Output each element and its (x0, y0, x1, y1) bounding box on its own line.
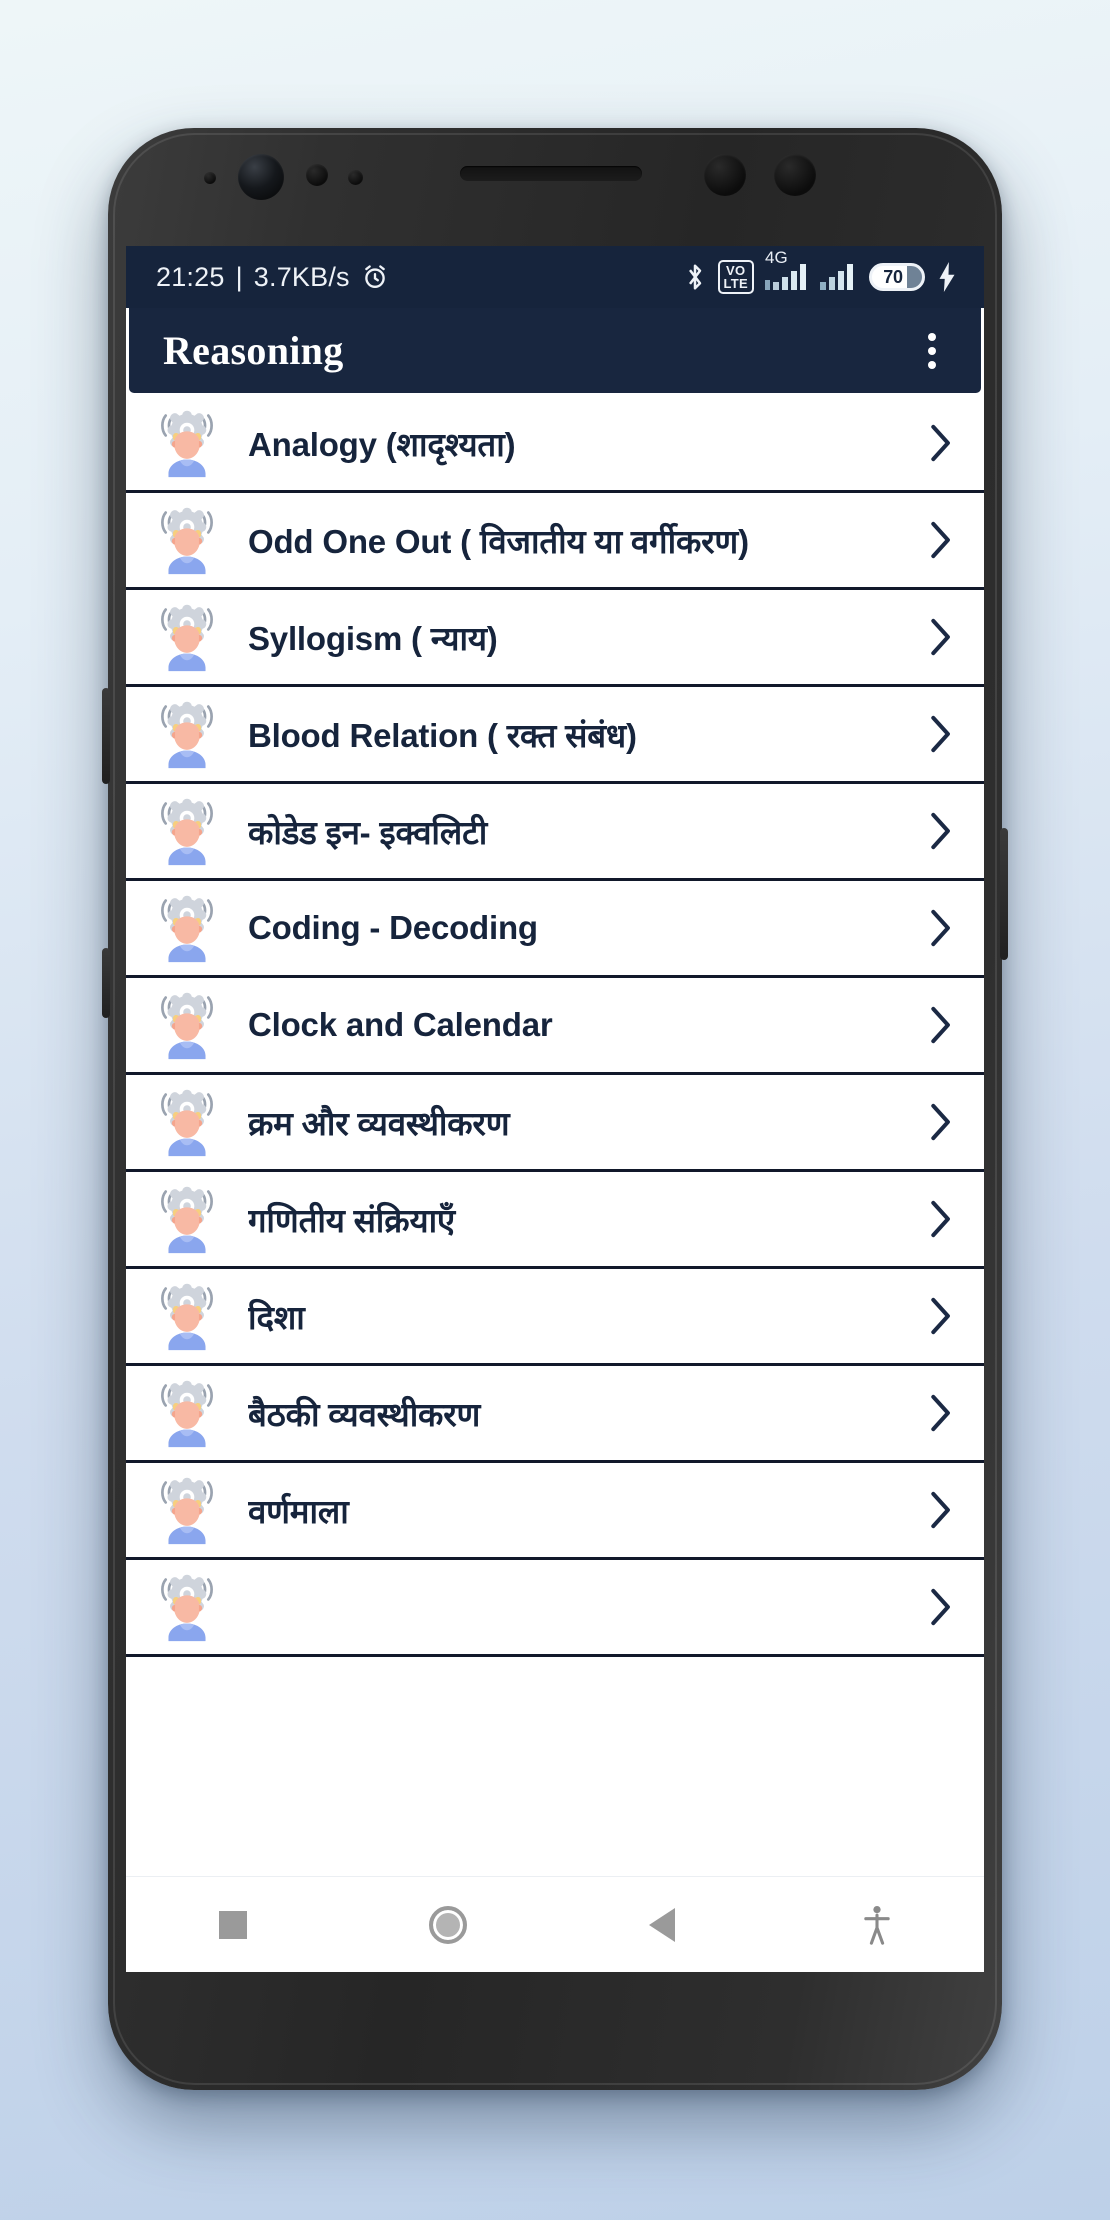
list-item-label: वर्णमाला (248, 1492, 349, 1530)
person-thinking-gear-icon (148, 501, 226, 579)
chevron-right-icon (928, 714, 958, 754)
list-item[interactable]: Odd One Out ( विजातीय या वर्गीकरण) (126, 493, 984, 590)
earpiece-speaker (460, 166, 642, 181)
list-item[interactable]: गणितीय संक्रियाएँ (126, 1172, 984, 1269)
network-type-label: 4G (765, 248, 788, 267)
charging-bolt-icon (936, 262, 958, 292)
person-thinking-gear-icon (148, 695, 226, 773)
power-button[interactable] (1000, 828, 1008, 960)
chevron-right-icon (928, 1199, 958, 1239)
proximity-sensor-icon (306, 164, 328, 186)
list-item[interactable]: कोडेड इन- इक्वलिटी (126, 784, 984, 881)
chevron-right-icon (928, 520, 958, 560)
volte-badge: VO LTE (717, 259, 754, 295)
list-item[interactable]: क्रम और व्यवस्थीकरण (126, 1075, 984, 1172)
person-thinking-gear-icon (148, 986, 226, 1064)
list-item-label: बैठकी व्यवस्थीकरण (248, 1395, 481, 1433)
phone-frame: 21:25 | 3.7KB/s VO LTE 4G 70 Reasoning A… (102, 128, 1008, 2090)
chevron-right-icon (928, 423, 958, 463)
status-time: 21:25 (156, 261, 225, 292)
list-item[interactable]: Blood Relation ( रक्त संबंध) (126, 687, 984, 784)
accessibility-icon[interactable] (832, 1890, 922, 1960)
list-item-label: Clock and Calendar (248, 1006, 553, 1043)
list-item[interactable] (126, 1560, 984, 1657)
chevron-right-icon (928, 1587, 958, 1627)
list-item[interactable]: Coding - Decoding (126, 881, 984, 978)
square-recents-icon[interactable] (188, 1890, 278, 1960)
three-dot-overflow-icon[interactable] (909, 325, 955, 377)
top-bezel (108, 128, 1002, 248)
phone-screen: 21:25 | 3.7KB/s VO LTE 4G 70 Reasoning A… (126, 246, 984, 1972)
sensor-icon (774, 154, 816, 196)
list-item-label: दिशा (248, 1298, 305, 1336)
person-thinking-gear-icon (148, 404, 226, 482)
front-camera-icon (238, 154, 284, 200)
list-item[interactable]: Analogy (शादृश्यता) (126, 396, 984, 493)
topic-list[interactable]: Analogy (शादृश्यता) Odd One Out (विजाती… (126, 396, 984, 1876)
list-item-label: Analogy (शादृश्यता) (248, 425, 516, 463)
page-title: Reasoning (163, 328, 344, 373)
volte-line-2: LTE (723, 276, 748, 291)
volume-up-button[interactable] (102, 688, 110, 784)
chevron-right-icon (928, 1102, 958, 1142)
list-item[interactable]: Syllogism ( न्याय) (126, 590, 984, 687)
chevron-right-icon (928, 908, 958, 948)
list-item[interactable]: वर्णमाला (126, 1463, 984, 1560)
network-type-group: 4G (765, 248, 809, 290)
sensor-icon (704, 154, 746, 196)
person-thinking-gear-icon (148, 1083, 226, 1161)
app-bar: Reasoning (126, 308, 984, 396)
list-item[interactable]: बैठकी व्यवस्थीकरण (126, 1366, 984, 1463)
chevron-right-icon (928, 811, 958, 851)
list-item-label: क्रम और व्यवस्थीकरण (248, 1104, 510, 1142)
chevron-right-icon (928, 1005, 958, 1045)
status-bar: 21:25 | 3.7KB/s VO LTE 4G 70 (126, 246, 984, 308)
battery-indicator: 70 (869, 263, 925, 291)
battery-level-text: 70 (883, 266, 903, 287)
list-item-label: Odd One Out ( विजातीय या वर्गीकरण) (248, 522, 749, 560)
volume-down-button[interactable] (102, 948, 110, 1018)
android-navigation-bar (126, 1876, 984, 1972)
sensor-icon (204, 172, 216, 184)
person-thinking-gear-icon (148, 792, 226, 870)
chevron-right-icon (928, 617, 958, 657)
list-item-label: Coding - Decoding (248, 909, 538, 946)
status-bar-left: 21:25 | 3.7KB/s (156, 262, 389, 293)
chevron-right-icon (928, 1490, 958, 1530)
status-separator: | (235, 261, 243, 292)
person-thinking-gear-icon (148, 1180, 226, 1258)
alarm-clock-icon (361, 263, 389, 291)
list-item-label: कोडेड इन- इक्वलिटी (248, 813, 488, 851)
list-item[interactable]: Clock and Calendar (126, 978, 984, 1075)
list-item-label: Syllogism ( न्याय) (248, 619, 498, 657)
signal-bars-icon (820, 264, 858, 290)
chevron-right-icon (928, 1393, 958, 1433)
network-speed-text: 3.7KB/s (253, 261, 350, 292)
person-thinking-gear-icon (148, 1374, 226, 1452)
person-thinking-gear-icon (148, 889, 226, 967)
list-item-label: गणितीय संक्रियाएँ (248, 1201, 455, 1239)
list-item-label: Blood Relation ( रक्त संबंध) (248, 716, 637, 754)
light-sensor-icon (348, 170, 363, 185)
bottom-bezel (108, 1972, 1002, 2090)
list-item[interactable]: दिशा (126, 1269, 984, 1366)
triangle-back-icon[interactable] (617, 1890, 707, 1960)
status-bar-right: VO LTE 4G 70 (683, 248, 959, 295)
person-thinking-gear-icon (148, 598, 226, 676)
person-thinking-gear-icon (148, 1568, 226, 1646)
bluetooth-icon (683, 262, 707, 292)
chevron-right-icon (928, 1296, 958, 1336)
circle-home-icon[interactable] (403, 1890, 493, 1960)
person-thinking-gear-icon (148, 1471, 226, 1549)
person-thinking-gear-icon (148, 1277, 226, 1355)
